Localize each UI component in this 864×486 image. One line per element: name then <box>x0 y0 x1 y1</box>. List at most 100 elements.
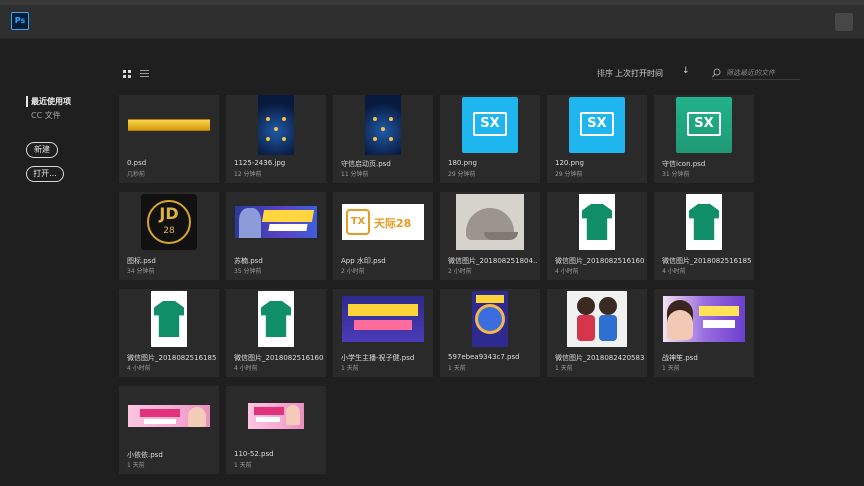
file-card[interactable]: 1125-2436.jpg 12 分钟前 <box>226 95 326 183</box>
file-time: 1 天前 <box>662 365 680 372</box>
gold-bar-thumbnail <box>128 119 210 131</box>
file-thumbnail[interactable] <box>654 192 754 252</box>
student-banner-thumbnail <box>342 296 424 342</box>
green-shirt-thumbnail <box>258 291 294 347</box>
file-time: 2 小时前 <box>341 268 365 275</box>
file-thumbnail[interactable] <box>440 289 540 349</box>
file-time: 29 分钟前 <box>448 171 476 178</box>
file-thumbnail[interactable]: JD 28 <box>119 192 219 252</box>
file-card[interactable]: 苏楠.psd 35 分钟前 <box>226 192 326 280</box>
sidebar-item-recent[interactable]: 最近使用项 <box>26 96 71 107</box>
file-card[interactable]: 战神笙.psd 1 天前 <box>654 289 754 377</box>
file-card[interactable]: 微信图片_2018082516185... 4 小时前 <box>119 289 219 377</box>
file-thumbnail[interactable] <box>654 289 754 349</box>
new-button[interactable]: 新建 <box>26 142 58 158</box>
file-name: 180.png <box>448 159 477 167</box>
file-thumbnail[interactable] <box>440 192 540 252</box>
file-name: App 水印.psd <box>341 257 386 265</box>
file-thumbnail[interactable]: SX <box>440 95 540 155</box>
file-time: 4 小时前 <box>127 365 151 372</box>
file-time: 34 分钟前 <box>127 268 155 275</box>
file-thumbnail[interactable] <box>119 386 219 446</box>
file-time: 1 天前 <box>448 365 466 372</box>
file-thumbnail[interactable] <box>547 289 647 349</box>
file-time: 12 分钟前 <box>234 171 262 178</box>
file-thumbnail[interactable] <box>333 289 433 349</box>
file-name: 图标.psd <box>127 257 156 265</box>
file-name: 守信icon.psd <box>662 160 706 168</box>
file-thumbnail[interactable] <box>226 289 326 349</box>
file-time: 4 小时前 <box>662 268 686 275</box>
sx-logo-thumbnail: SX <box>462 97 518 153</box>
file-name: 1125-2436.jpg <box>234 159 286 167</box>
file-card[interactable]: 微信图片_2018082516160... 4 小时前 <box>226 289 326 377</box>
photoshop-logo: Ps <box>11 12 29 30</box>
file-thumbnail[interactable] <box>547 192 647 252</box>
sx-logo-thumbnail: SX <box>569 97 625 153</box>
phone-splash-thumbnail <box>258 95 294 155</box>
file-name: 微信图片_2018082516160... <box>234 354 324 362</box>
sidebar-item-cc-files[interactable]: CC 文件 <box>31 110 61 121</box>
file-time: 31 分钟前 <box>662 171 690 178</box>
file-thumbnail[interactable] <box>333 95 433 155</box>
file-card[interactable]: 110-52.psd 1 天前 <box>226 386 326 474</box>
file-name: 微信图片_2018082516185... <box>127 354 217 362</box>
file-thumbnail[interactable]: SX <box>654 95 754 155</box>
file-thumbnail[interactable]: SX <box>547 95 647 155</box>
kids-photo-thumbnail <box>567 291 627 347</box>
file-time: 1 天前 <box>234 462 252 469</box>
file-thumbnail[interactable] <box>119 289 219 349</box>
file-card[interactable]: JD 28 图标.psd 34 分钟前 <box>119 192 219 280</box>
search-input[interactable] <box>726 67 800 79</box>
file-card[interactable]: 微信图片_2018082516185... 4 小时前 <box>654 192 754 280</box>
sort-dropdown[interactable]: 上次打开时间 <box>615 68 663 79</box>
open-button[interactable]: 打开... <box>26 166 64 182</box>
green-shirt-thumbnail <box>579 194 615 250</box>
file-card[interactable]: 小依依.psd 1 天前 <box>119 386 219 474</box>
file-thumbnail[interactable] <box>226 95 326 155</box>
file-thumbnail[interactable] <box>226 386 326 446</box>
sidebar: 最近使用项 CC 文件 新建 打开... <box>0 40 112 486</box>
file-name: 战神笙.psd <box>662 354 698 362</box>
file-name: 0.psd <box>127 159 147 167</box>
file-card[interactable]: SX 180.png 29 分钟前 <box>440 95 540 183</box>
file-card[interactable]: 守信启动页.psd 11 分钟前 <box>333 95 433 183</box>
file-time: 几秒前 <box>127 171 146 178</box>
file-card[interactable]: 微信图片_201808251804... 2 小时前 <box>440 192 540 280</box>
file-thumbnail[interactable]: TX 天际28 <box>333 192 433 252</box>
list-view-icon[interactable] <box>140 70 149 78</box>
sx-logo-thumbnail: SX <box>676 97 732 153</box>
sort-direction-icon[interactable]: ↓ <box>682 66 690 76</box>
file-card[interactable]: SX 120.png 29 分钟前 <box>547 95 647 183</box>
file-card[interactable]: 微信图片_2018082516160... 4 小时前 <box>547 192 647 280</box>
file-card[interactable]: 小学生主播-祝子健.psd 1 天前 <box>333 289 433 377</box>
file-time: 4 小时前 <box>234 365 258 372</box>
pink-banner-thumbnail <box>248 403 304 429</box>
file-name: 小依依.psd <box>127 451 163 459</box>
file-thumbnail[interactable] <box>226 192 326 252</box>
green-shirt-thumbnail <box>686 194 722 250</box>
file-name: 110-52.psd <box>234 450 274 458</box>
green-shirt-thumbnail <box>151 291 187 347</box>
file-time: 4 小时前 <box>555 268 579 275</box>
game-banner-thumbnail <box>235 206 317 238</box>
file-name: 120.png <box>555 159 584 167</box>
cap-photo-thumbnail <box>456 194 524 250</box>
file-thumbnail[interactable] <box>119 95 219 155</box>
grid-view-icon[interactable] <box>123 70 131 78</box>
window-control-button[interactable] <box>835 13 853 31</box>
girl-banner-thumbnail <box>663 296 745 342</box>
file-card[interactable]: TX 天际28 App 水印.psd 2 小时前 <box>333 192 433 280</box>
file-name: 微信图片_2018082420583... <box>555 354 645 362</box>
search-icon <box>712 68 721 78</box>
file-card[interactable]: 微信图片_2018082420583... 1 天前 <box>547 289 647 377</box>
file-time: 35 分钟前 <box>234 268 262 275</box>
file-time: 1 天前 <box>555 365 573 372</box>
space-poster-thumbnail <box>472 291 508 347</box>
file-card[interactable]: 597ebea9343c7.psd 1 天前 <box>440 289 540 377</box>
file-name: 小学生主播-祝子健.psd <box>341 354 415 362</box>
phone-splash-thumbnail <box>365 95 401 155</box>
jd28-logo-thumbnail: JD 28 <box>141 194 197 250</box>
file-card[interactable]: SX 守信icon.psd 31 分钟前 <box>654 95 754 183</box>
file-card[interactable]: 0.psd 几秒前 <box>119 95 219 183</box>
